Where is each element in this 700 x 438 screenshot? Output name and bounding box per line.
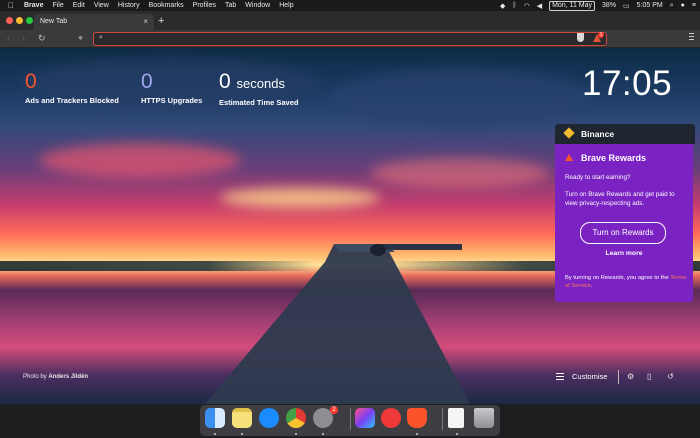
dock-separator (350, 408, 351, 430)
dock-separator (442, 408, 443, 430)
turn-on-rewards-button[interactable]: Turn on Rewards (580, 222, 666, 244)
rewards-terms: By turning on Rewards, you agree to the … (565, 274, 689, 290)
settings-icon[interactable]: ⚙ (627, 372, 634, 381)
learn-more-link[interactable]: Learn more (555, 250, 693, 257)
history-icon[interactable]: ↺ (667, 372, 674, 381)
time-saved-count: 0 (219, 70, 231, 93)
stat-time-saved: 0 seconds Estimated Time Saved (219, 70, 298, 107)
https-upgrades-count: 0 (141, 70, 153, 93)
https-upgrades-label: HTTPS Upgrades (141, 96, 203, 105)
binance-widget[interactable]: Binance (555, 124, 695, 144)
app-store-icon[interactable] (259, 408, 279, 428)
customise-icon (556, 373, 564, 380)
stat-ads-blocked: 0 Ads and Trackers Blocked (25, 70, 119, 105)
stat-https-upgrades: 0 HTTPS Upgrades (141, 70, 202, 105)
time-saved-label: Estimated Time Saved (219, 98, 299, 107)
ads-blocked-count: 0 (25, 70, 37, 93)
terms-suffix: . (590, 283, 593, 289)
photo-credit: Photo by Anders Jildén (23, 374, 88, 380)
chrome-icon[interactable] (286, 408, 306, 428)
customise-button[interactable]: Customise (556, 372, 607, 381)
running-indicator (241, 433, 243, 435)
running-indicator (214, 433, 216, 435)
finder-icon[interactable] (205, 408, 225, 428)
running-indicator (322, 433, 324, 435)
running-indicator (295, 433, 297, 435)
notes-icon[interactable] (232, 408, 252, 428)
rewards-lead: Ready to start earning? (565, 174, 631, 181)
binance-title: Binance (581, 129, 615, 139)
running-indicator (456, 433, 458, 435)
binance-icon (563, 127, 575, 139)
trash-icon[interactable] (474, 408, 494, 428)
photo-credit-prefix: Photo by (23, 374, 47, 380)
photographer-link[interactable]: Anders Jildén (48, 374, 88, 380)
final-cut-pro-icon[interactable] (355, 408, 375, 428)
brave-rewards-logo-icon (565, 154, 573, 161)
ads-blocked-label: Ads and Trackers Blocked (25, 96, 119, 105)
brave-rewards-card: Brave Rewards Ready to start earning? Tu… (555, 144, 693, 302)
rewards-description: Turn on Brave Rewards and get paid to vi… (565, 191, 675, 207)
system-preferences-badge: 2 (330, 406, 338, 414)
clock: 17:05 (582, 64, 673, 103)
running-indicator (416, 433, 418, 435)
vivaldi-icon[interactable] (381, 408, 401, 428)
brave-icon[interactable] (407, 408, 427, 428)
rewards-title: Brave Rewards (581, 153, 647, 163)
document-icon[interactable] (448, 408, 464, 428)
customise-label: Customise (572, 372, 608, 381)
bookmarks-icon[interactable]: ▯ (647, 372, 651, 381)
time-saved-unit: seconds (236, 76, 285, 91)
terms-prefix: By turning on Rewards, you agree to the (565, 275, 669, 281)
footer-divider (618, 370, 619, 384)
